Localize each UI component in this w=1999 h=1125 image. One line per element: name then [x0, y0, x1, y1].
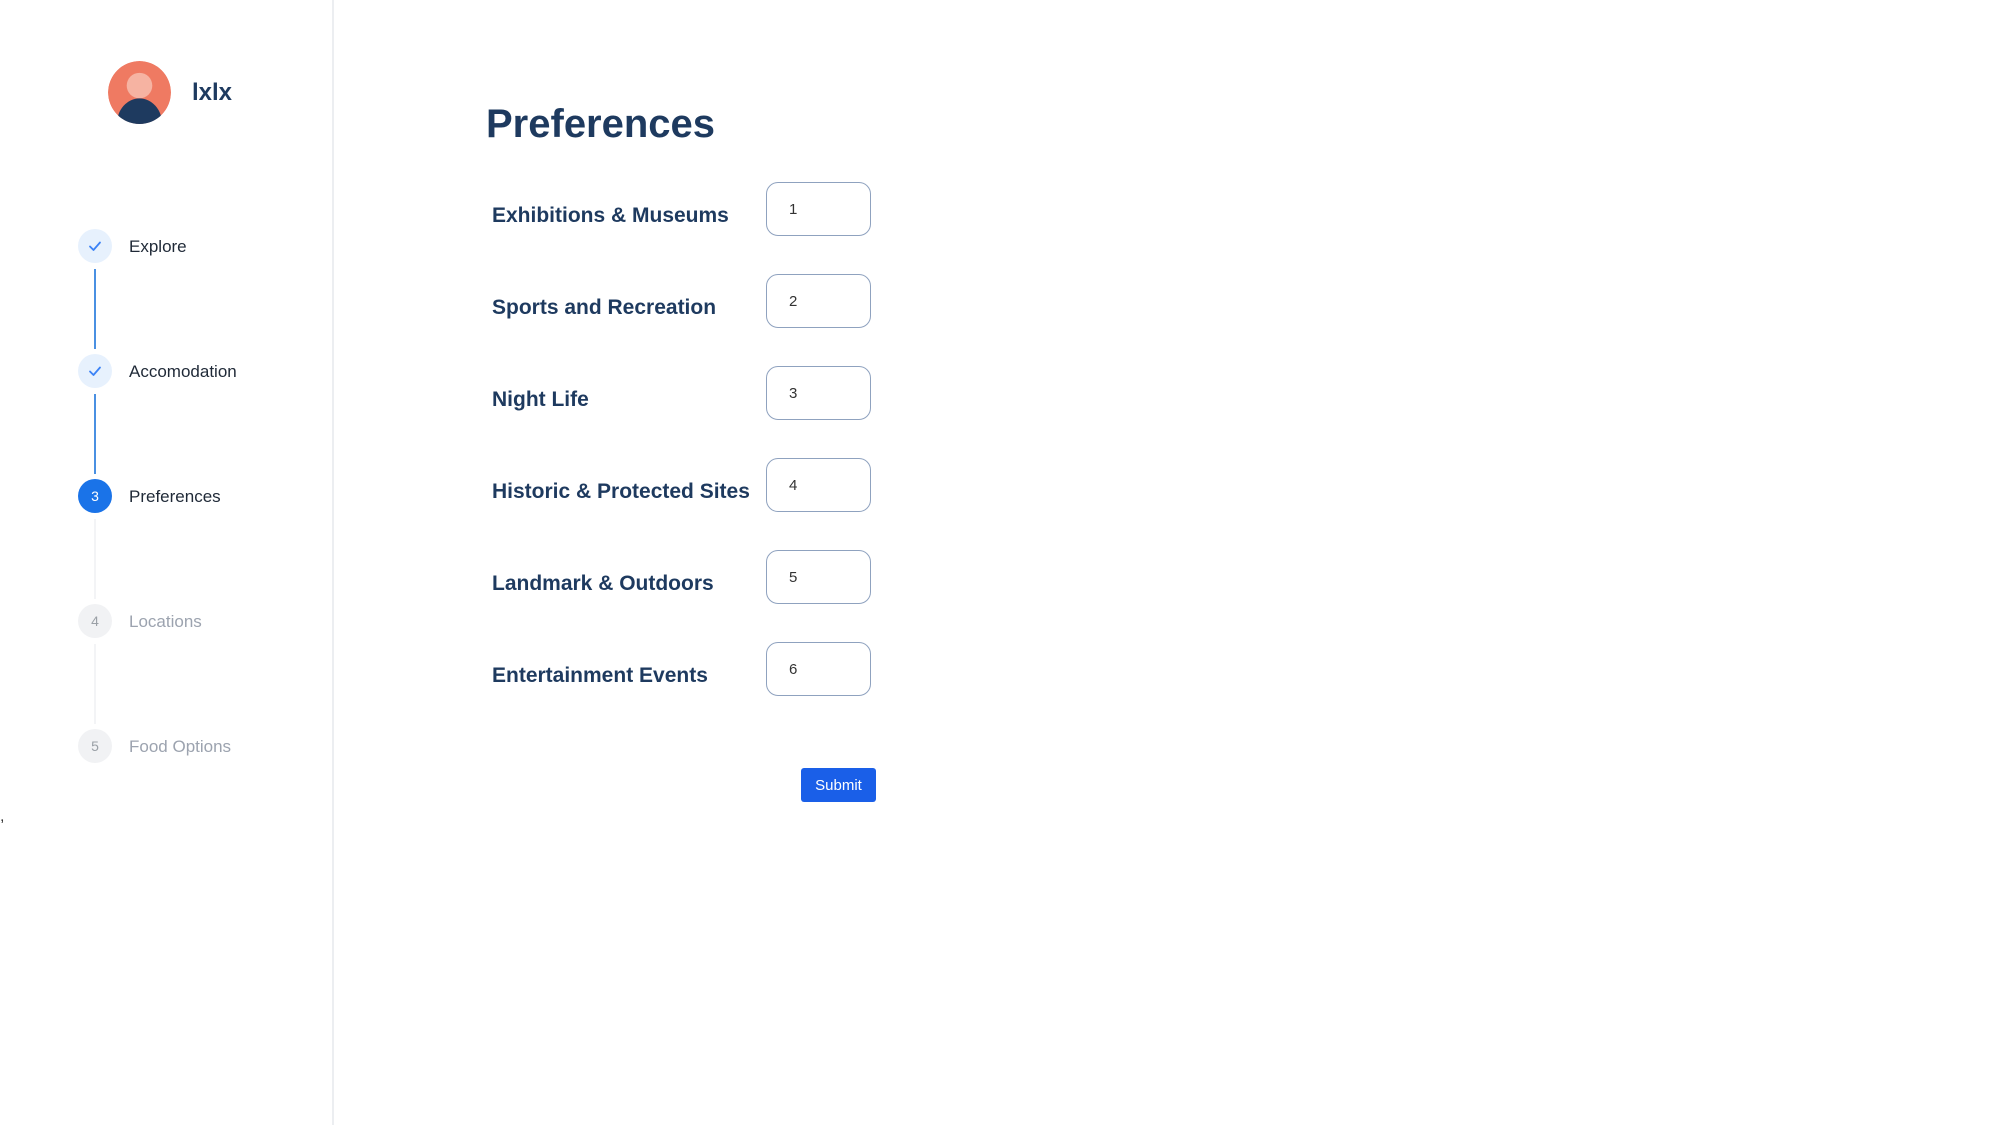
preferences-form: Exhibitions & Museums Sports and Recreat… — [486, 182, 906, 734]
pref-rank-input-historic[interactable] — [766, 458, 871, 512]
step-4-indicator: 4 — [78, 604, 112, 638]
check-icon — [89, 366, 101, 376]
page-title: Preferences — [486, 102, 716, 146]
step-label: Food Options — [129, 737, 232, 756]
step-connector — [94, 394, 96, 474]
pref-row-exhibitions: Exhibitions & Museums — [486, 182, 906, 274]
step-label: Explore — [129, 237, 187, 256]
step-5-indicator: 5 — [78, 729, 112, 763]
step-1-indicator — [78, 229, 112, 263]
step-connector — [94, 269, 96, 349]
pref-label: Entertainment Events — [492, 664, 708, 687]
step-label: Preferences — [129, 487, 221, 506]
check-icon — [89, 241, 101, 251]
pref-row-historic: Historic & Protected Sites — [486, 458, 906, 550]
pref-rank-input-entertainment[interactable] — [766, 642, 871, 696]
pref-label: Historic & Protected Sites — [492, 480, 750, 503]
step-connector — [94, 644, 96, 724]
step-connector — [94, 519, 96, 599]
pref-label: Sports and Recreation — [492, 296, 717, 319]
step-3-indicator: 3 — [78, 479, 112, 513]
user-profile: lxlx — [108, 61, 232, 124]
pref-row-sports: Sports and Recreation — [486, 274, 906, 366]
step-label: Accomodation — [129, 362, 237, 381]
pref-rank-input-landmark[interactable] — [766, 550, 871, 604]
pref-label: Landmark & Outdoors — [492, 572, 714, 595]
pref-row-nightlife: Night Life — [486, 366, 906, 458]
step-2-indicator — [78, 354, 112, 388]
pref-rank-input-exhibitions[interactable] — [766, 182, 871, 236]
user-avatar-icon[interactable] — [108, 61, 171, 124]
submit-button[interactable]: Submit — [801, 768, 876, 802]
pref-row-landmark: Landmark & Outdoors — [486, 550, 906, 642]
username: lxlx — [192, 78, 233, 106]
pref-label: Exhibitions & Museums — [492, 204, 729, 227]
sidebar: lxlx Explore Accomodation 3 Preferences … — [0, 0, 334, 1125]
pref-rank-input-sports[interactable] — [766, 274, 871, 328]
pref-label: Night Life — [492, 388, 589, 411]
stray-comma: , — [0, 808, 5, 825]
pref-rank-input-nightlife[interactable] — [766, 366, 871, 420]
pref-row-entertainment: Entertainment Events — [486, 642, 906, 734]
step-label: Locations — [129, 612, 202, 631]
preferences-panel: Preferences Exhibitions & Museums Sports… — [486, 96, 876, 802]
